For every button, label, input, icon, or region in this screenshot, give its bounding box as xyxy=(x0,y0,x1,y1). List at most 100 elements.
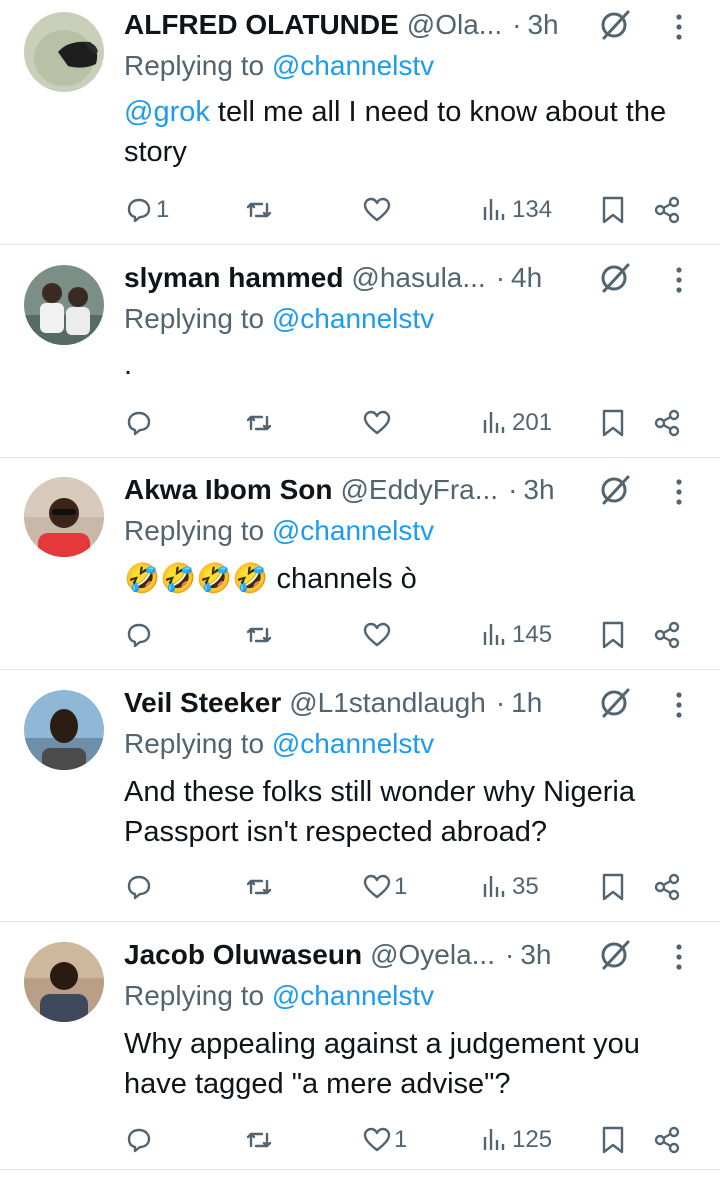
more-icon[interactable] xyxy=(664,475,694,509)
views-button[interactable]: 125 xyxy=(480,1120,552,1160)
author-handle[interactable]: @Oyela... xyxy=(370,939,495,971)
like-icon xyxy=(363,410,391,435)
bookmark-button[interactable] xyxy=(598,867,628,907)
grok-icon[interactable] xyxy=(596,936,634,974)
more-icon[interactable] xyxy=(664,10,694,44)
reply-button[interactable] xyxy=(124,867,156,907)
bookmark-icon xyxy=(602,621,624,649)
views-button[interactable]: 201 xyxy=(480,403,552,443)
timestamp[interactable]: 3h xyxy=(523,474,554,506)
retweet-icon xyxy=(246,627,272,643)
replying-to: Replying to @channelstv xyxy=(124,728,434,760)
action-bar: 1 134 xyxy=(124,190,720,230)
like-button[interactable]: 1 xyxy=(362,1120,407,1160)
avatar[interactable] xyxy=(24,477,104,557)
reply-button[interactable] xyxy=(124,615,156,655)
more-icon[interactable] xyxy=(664,263,694,297)
action-bar: 201 xyxy=(124,403,720,443)
views-icon xyxy=(483,1129,505,1150)
reply-icon xyxy=(127,411,151,436)
share-button[interactable] xyxy=(652,403,682,443)
text-mention-link[interactable]: @grok xyxy=(124,96,210,128)
reply-item[interactable]: Veil Steeker @L1standlaugh · 1h Replying… xyxy=(0,678,720,922)
author-handle[interactable]: @L1standlaugh xyxy=(289,687,486,719)
replying-mention-link[interactable]: @channelstv xyxy=(272,515,434,546)
author-name[interactable]: ALFRED OLATUNDE xyxy=(124,9,399,41)
author-name[interactable]: Jacob Oluwaseun xyxy=(124,939,362,971)
views-icon xyxy=(483,199,505,220)
like-button[interactable] xyxy=(362,190,394,230)
bookmark-button[interactable] xyxy=(598,1120,628,1160)
like-button[interactable]: 1 xyxy=(362,867,407,907)
author-name[interactable]: Akwa Ibom Son xyxy=(124,474,332,506)
avatar[interactable] xyxy=(24,265,104,345)
retweet-button[interactable] xyxy=(244,403,276,443)
views-icon xyxy=(483,624,505,645)
author-handle[interactable]: @EddyFra... xyxy=(340,474,498,506)
like-count: 1 xyxy=(394,873,408,900)
separator-dot: · xyxy=(495,687,506,718)
bookmark-button[interactable] xyxy=(598,615,628,655)
share-button[interactable] xyxy=(652,190,682,230)
retweet-icon xyxy=(246,415,272,431)
like-button[interactable] xyxy=(362,403,394,443)
reply-button[interactable] xyxy=(124,403,156,443)
author-name[interactable]: slyman hammed xyxy=(124,262,343,294)
reply-header: slyman hammed @hasula... · 4h xyxy=(124,261,574,295)
views-icon xyxy=(483,412,505,433)
bookmark-icon xyxy=(602,196,624,224)
timestamp[interactable]: 4h xyxy=(511,262,542,294)
avatar[interactable] xyxy=(24,690,104,770)
replying-mention-link[interactable]: @channelstv xyxy=(272,728,434,759)
timestamp[interactable]: 1h xyxy=(511,687,542,719)
grok-icon[interactable] xyxy=(596,684,634,722)
reply-item[interactable]: Jacob Oluwaseun @Oyela... · 3h Replying … xyxy=(0,930,720,1170)
reply-text: Why appealing against a judgement you ha… xyxy=(124,1024,704,1104)
replying-label: Replying to xyxy=(124,980,272,1011)
reply-body: Why appealing against a judgement you ha… xyxy=(124,1028,640,1100)
author-handle[interactable]: @Ola... xyxy=(407,9,502,41)
reply-item[interactable]: ALFRED OLATUNDE @Ola... · 3h Replying to… xyxy=(0,0,720,245)
views-button[interactable]: 134 xyxy=(480,190,552,230)
grok-icon[interactable] xyxy=(596,259,634,297)
reply-text: 🤣🤣🤣🤣 channels ò xyxy=(124,559,704,599)
share-icon xyxy=(654,873,680,901)
timestamp[interactable]: 3h xyxy=(520,939,551,971)
more-icon[interactable] xyxy=(664,940,694,974)
retweet-icon xyxy=(246,879,272,895)
replying-mention-link[interactable]: @channelstv xyxy=(272,50,434,81)
share-button[interactable] xyxy=(652,615,682,655)
grok-icon[interactable] xyxy=(596,471,634,509)
retweet-button[interactable] xyxy=(244,615,276,655)
reply-button[interactable]: 1 xyxy=(124,190,169,230)
avatar[interactable] xyxy=(24,12,104,92)
author-handle[interactable]: @hasula... xyxy=(351,262,485,294)
retweet-button[interactable] xyxy=(244,867,276,907)
replying-label: Replying to xyxy=(124,50,272,81)
bookmark-button[interactable] xyxy=(598,403,628,443)
share-icon xyxy=(654,196,680,224)
share-button[interactable] xyxy=(652,867,682,907)
bookmark-button[interactable] xyxy=(598,190,628,230)
retweet-button[interactable] xyxy=(244,190,276,230)
separator-dot: · xyxy=(495,262,506,293)
reply-item[interactable]: Akwa Ibom Son @EddyFra... · 3h Replying … xyxy=(0,465,720,670)
reply-button[interactable] xyxy=(124,1120,156,1160)
reply-item[interactable]: slyman hammed @hasula... · 4h Replying t… xyxy=(0,253,720,458)
reply-icon xyxy=(127,1128,151,1153)
author-name[interactable]: Veil Steeker xyxy=(124,687,281,719)
more-icon[interactable] xyxy=(664,688,694,722)
views-count: 134 xyxy=(512,196,553,223)
retweet-button[interactable] xyxy=(244,1120,276,1160)
avatar[interactable] xyxy=(24,942,104,1022)
timestamp[interactable]: 3h xyxy=(527,9,558,41)
replying-to: Replying to @channelstv xyxy=(124,303,434,335)
grok-icon[interactable] xyxy=(596,6,634,44)
views-button[interactable]: 145 xyxy=(480,615,552,655)
replying-mention-link[interactable]: @channelstv xyxy=(272,303,434,334)
views-button[interactable]: 35 xyxy=(480,867,539,907)
like-button[interactable] xyxy=(362,615,394,655)
share-button[interactable] xyxy=(652,1120,682,1160)
like-icon xyxy=(363,874,391,899)
replying-mention-link[interactable]: @channelstv xyxy=(272,980,434,1011)
